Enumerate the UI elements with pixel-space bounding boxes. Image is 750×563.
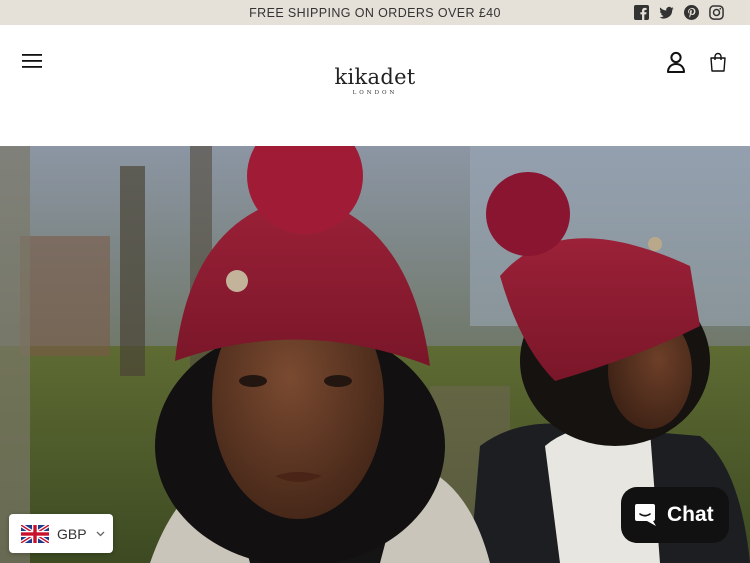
twitter-icon[interactable] xyxy=(659,5,674,20)
currency-selector[interactable]: GBP xyxy=(9,514,113,553)
shopping-bag-icon[interactable] xyxy=(709,52,727,72)
announcement-bar: FREE SHIPPING ON ORDERS OVER £40 xyxy=(0,0,750,25)
chat-bubble-icon xyxy=(635,504,656,526)
currency-code: GBP xyxy=(57,525,87,542)
logo-wordmark: kikadet xyxy=(334,65,416,89)
pinterest-icon[interactable] xyxy=(684,5,699,20)
chat-label: Chat xyxy=(667,503,714,526)
chat-button[interactable]: Chat xyxy=(621,487,729,543)
user-icon[interactable] xyxy=(666,51,686,73)
site-header: kikadet LONDON xyxy=(0,25,750,146)
site-logo[interactable]: kikadet LONDON xyxy=(0,65,750,96)
social-links xyxy=(634,5,724,20)
chevron-down-icon xyxy=(96,531,105,536)
uk-flag-icon xyxy=(21,524,49,543)
instagram-icon[interactable] xyxy=(709,5,724,20)
logo-subtitle: LONDON xyxy=(352,90,398,96)
facebook-icon[interactable] xyxy=(634,5,649,20)
announcement-text: FREE SHIPPING ON ORDERS OVER £40 xyxy=(249,5,501,20)
